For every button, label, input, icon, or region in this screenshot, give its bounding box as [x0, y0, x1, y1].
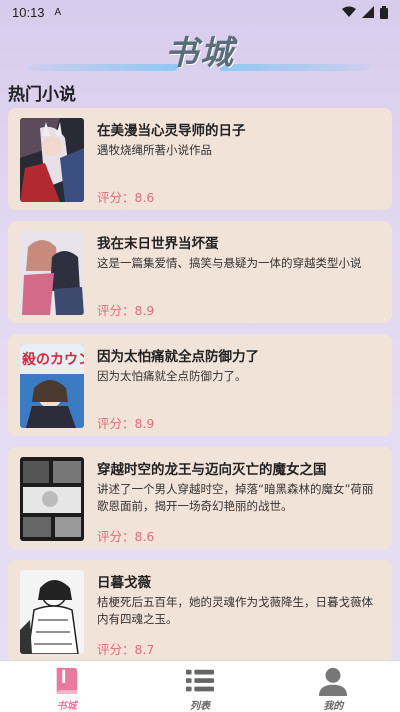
book-card[interactable]: 在美漫当心灵导师的日子 遇牧烧绳所著小说作品 评分：8.6 [8, 108, 392, 210]
tab-label: 书城 [56, 701, 77, 712]
book-list: 在美漫当心灵导师的日子 遇牧烧绳所著小说作品 评分：8.6 我在末日世界当坏蛋 … [8, 108, 392, 673]
cover-title-text: 殺のカウンス [21, 351, 84, 368]
user-icon [319, 667, 348, 696]
book-cover [20, 231, 84, 315]
book-card[interactable]: 日暮戈薇 桔梗死后五百年，她的灵魂作为戈薇降生，日暮戈薇体内有四魂之玉。 评分：… [8, 560, 392, 662]
battery-icon [380, 5, 388, 19]
book-icon [56, 667, 77, 695]
status-time: 10:13 [12, 4, 45, 20]
book-description: 讲述了一个男人穿越时空，掉落“暗黑森林的魔女”荷丽歌恩面前，揭开一场奇幻艳丽的战… [97, 482, 374, 513]
book-title: 因为太怕痛就全点防御力了 [97, 349, 259, 365]
tab-label: 列表 [189, 701, 210, 712]
book-description: 因为太怕痛就全点防御力了。 [97, 369, 247, 383]
bottom-tab-bar: 书城 列表 我的 [0, 660, 400, 712]
tab-bookstore[interactable]: 书城 [0, 661, 133, 712]
book-score: 评分：8.9 [97, 416, 155, 431]
tab-list[interactable]: 列表 [133, 661, 266, 712]
tab-profile[interactable]: 我的 [267, 661, 400, 712]
book-description: 这是一篇集爱情、搞笑与悬疑为一体的穿越类型小说 [97, 256, 362, 270]
book-title: 穿越时空的龙王与迈向灭亡的魔女之国 [97, 462, 327, 478]
book-description: 桔梗死后五百年，她的灵魂作为戈薇降生，日暮戈薇体内有四魂之玉。 [97, 595, 373, 626]
book-card[interactable]: 我在末日世界当坏蛋 这是一篇集爱情、搞笑与悬疑为一体的穿越类型小说 评分：8.9 [8, 221, 392, 323]
notification-icon: A [54, 6, 62, 18]
book-cover: 殺のカウンス [20, 344, 84, 428]
book-title: 在美漫当心灵导师的日子 [97, 123, 246, 139]
book-card[interactable]: 殺のカウンス 因为太怕痛就全点防御力了 因为太怕痛就全点防御力了。 评分：8.9 [8, 334, 392, 436]
book-card[interactable]: 穿越时空的龙王与迈向灭亡的魔女之国 讲述了一个男人穿越时空，掉落“暗黑森林的魔女… [8, 447, 392, 549]
page-title: 书城 [165, 33, 235, 72]
list-icon [185, 669, 215, 692]
book-cover [20, 118, 84, 202]
book-title: 我在末日世界当坏蛋 [97, 236, 219, 252]
signal-icon [362, 6, 374, 18]
book-score: 评分：8.6 [97, 190, 155, 205]
book-title: 日暮戈薇 [97, 575, 151, 591]
book-cover [20, 457, 84, 541]
section-title: 热门小说 [8, 85, 76, 105]
book-score: 评分：8.7 [97, 642, 155, 657]
status-bar: 10:13 A [0, 0, 400, 24]
book-description: 遇牧烧绳所著小说作品 [97, 143, 212, 157]
app-header: 书城 [0, 26, 400, 76]
wifi-icon [342, 6, 356, 17]
book-score: 评分：8.6 [97, 529, 155, 544]
book-score: 评分：8.9 [97, 303, 155, 318]
book-cover [20, 570, 84, 654]
tab-label: 我的 [323, 701, 344, 712]
